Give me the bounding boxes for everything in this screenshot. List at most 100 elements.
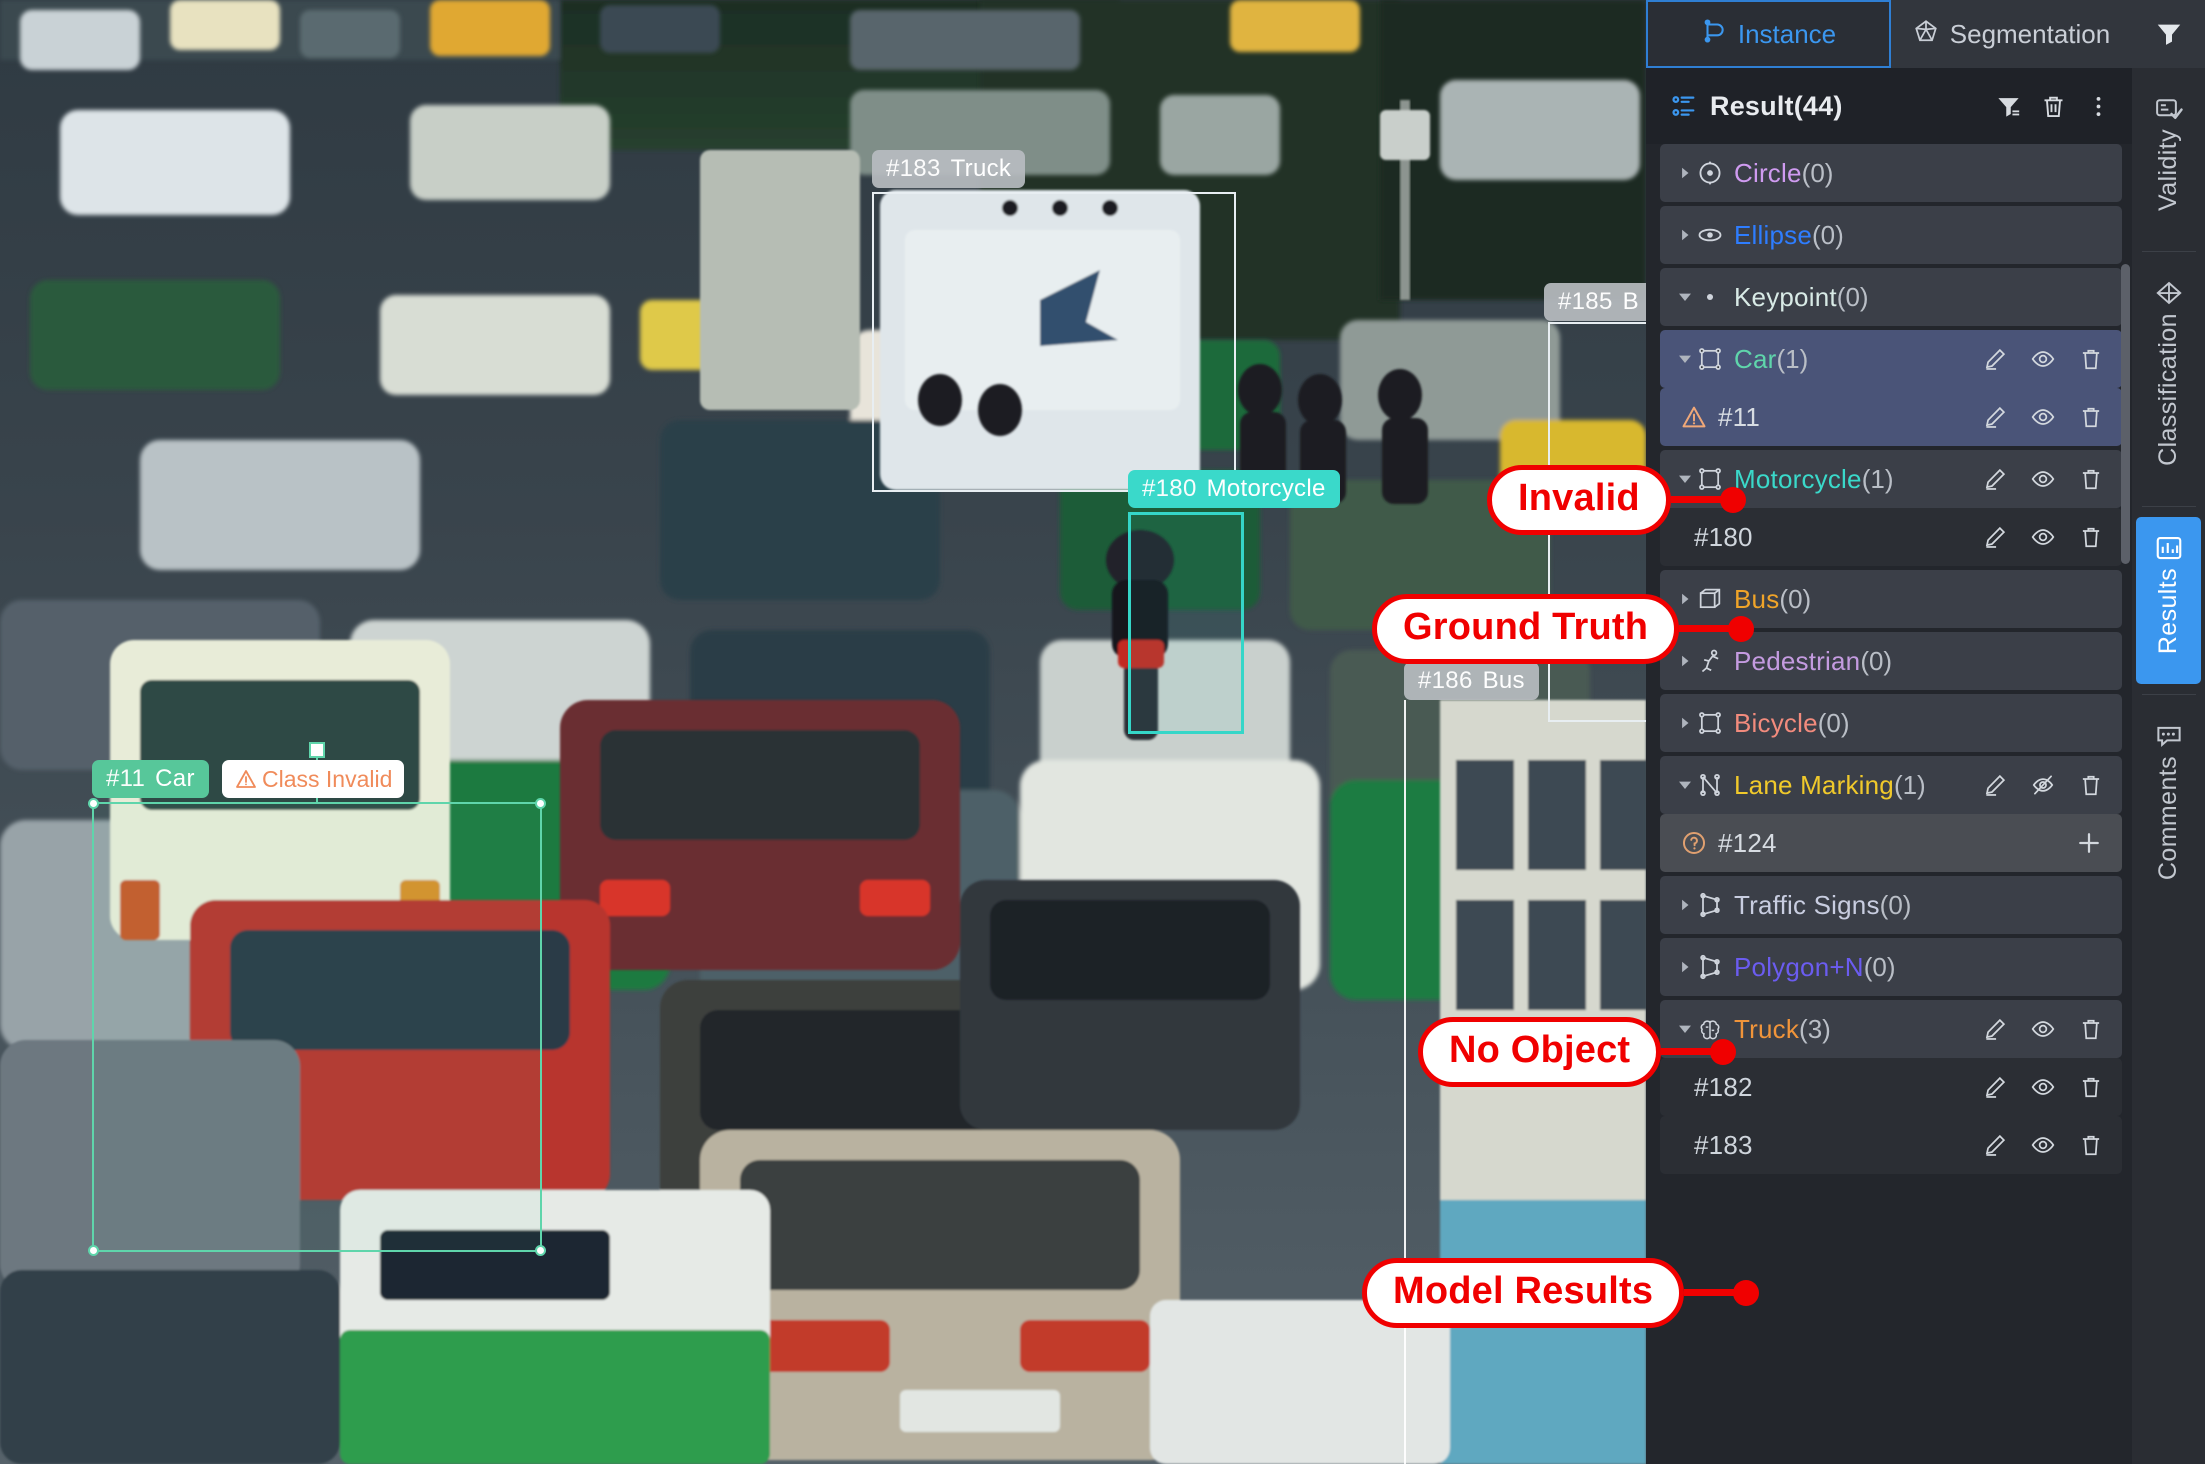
group-label: Keypoint bbox=[1734, 281, 1837, 312]
chevron-right-icon[interactable] bbox=[1674, 716, 1696, 730]
chevron-down-icon[interactable] bbox=[1674, 1021, 1696, 1037]
car-child-row-11[interactable]: #11 bbox=[1660, 388, 2122, 446]
group-row-polygon-n[interactable]: Polygon+N (0) bbox=[1660, 938, 2122, 996]
eye-icon[interactable] bbox=[2030, 346, 2056, 372]
group-row-circle[interactable]: Circle (0) bbox=[1660, 144, 2122, 202]
panel-scrollbar[interactable] bbox=[2121, 144, 2130, 1464]
rail-divider bbox=[2141, 505, 2196, 507]
lane-marking-child-row-124[interactable]: #124 bbox=[1660, 814, 2122, 872]
group-label: Ellipse bbox=[1734, 219, 1812, 250]
edit-icon[interactable] bbox=[1982, 404, 2008, 430]
class-invalid-tag[interactable]: Class Invalid bbox=[222, 760, 405, 798]
object-tag-185[interactable]: #185 B bbox=[1544, 283, 1646, 321]
rail-tab-validity[interactable]: Validity bbox=[2136, 78, 2201, 241]
truck-child-row-183[interactable]: #183 bbox=[1660, 1116, 2122, 1174]
trash-icon[interactable] bbox=[2078, 466, 2104, 492]
trash-icon[interactable] bbox=[2040, 93, 2067, 120]
eye-icon[interactable] bbox=[2030, 1132, 2056, 1158]
chevron-right-icon[interactable] bbox=[1674, 898, 1696, 912]
chevron-right-icon[interactable] bbox=[1674, 960, 1696, 974]
trash-icon[interactable] bbox=[2078, 772, 2104, 798]
chevron-right-icon[interactable] bbox=[1674, 592, 1696, 606]
object-tag-186[interactable]: #186 Bus bbox=[1404, 662, 1539, 700]
plus-icon[interactable] bbox=[2074, 828, 2104, 858]
circle-shape-icon bbox=[1696, 159, 1734, 187]
trash-icon[interactable] bbox=[2078, 524, 2104, 550]
filter-icon[interactable] bbox=[1995, 93, 2022, 120]
image-canvas[interactable]: #183 Truck #180 Motorcycle #185 B #186 B… bbox=[0, 0, 1646, 1464]
results-icon bbox=[2154, 533, 2184, 568]
group-count: (0) bbox=[1812, 219, 1844, 250]
eye-icon[interactable] bbox=[2030, 1074, 2056, 1100]
truck-group-row[interactable]: Truck (3) bbox=[1660, 1000, 2122, 1058]
edit-icon[interactable] bbox=[1982, 346, 2008, 372]
group-label: Lane Marking bbox=[1734, 769, 1894, 800]
group-row-bus[interactable]: Bus (0) bbox=[1660, 570, 2122, 628]
eye-off-icon[interactable] bbox=[2030, 772, 2056, 798]
result-header: Result(44) bbox=[1646, 68, 2132, 144]
group-row-traffic-signs[interactable]: Traffic Signs (0) bbox=[1660, 876, 2122, 934]
group-count: (3) bbox=[1799, 1013, 1831, 1044]
trash-icon[interactable] bbox=[2078, 1016, 2104, 1042]
object-tag-id: #183 bbox=[886, 155, 941, 182]
rail-filter-icon[interactable] bbox=[2132, 0, 2205, 68]
object-tag-180[interactable]: #180 Motorcycle bbox=[1128, 470, 1340, 508]
eye-icon[interactable] bbox=[2030, 524, 2056, 550]
rail-tab-label: Comments bbox=[2154, 756, 2182, 881]
chevron-right-icon[interactable] bbox=[1674, 228, 1696, 242]
object-tag-183[interactable]: #183 Truck bbox=[872, 150, 1026, 188]
group-count: (0) bbox=[1836, 281, 1869, 312]
child-id: #180 bbox=[1694, 521, 1753, 552]
group-label: Traffic Signs bbox=[1734, 889, 1880, 920]
chevron-down-icon[interactable] bbox=[1674, 289, 1696, 305]
rail-tab-comments[interactable]: Comments bbox=[2136, 705, 2201, 910]
object-tag-class: Motorcycle bbox=[1206, 475, 1326, 502]
motorcycle-child-row-180[interactable]: #180 bbox=[1660, 508, 2122, 566]
child-id: #182 bbox=[1694, 1071, 1753, 1102]
truck-child-row-182[interactable]: #182 bbox=[1660, 1058, 2122, 1116]
chevron-down-icon[interactable] bbox=[1674, 777, 1696, 793]
rail-tab-results[interactable]: Results bbox=[2136, 516, 2201, 684]
result-list[interactable]: Circle (0) Ellipse (0) Keypoint (0) Car … bbox=[1646, 144, 2132, 1464]
group-count: (0) bbox=[1863, 951, 1896, 982]
rail-divider bbox=[2141, 694, 2196, 695]
group-row-keypoint[interactable]: Keypoint (0) bbox=[1660, 268, 2122, 326]
edit-icon[interactable] bbox=[1982, 524, 2008, 550]
result-list-icon bbox=[1670, 92, 1698, 120]
group-row-lane-marking[interactable]: Lane Marking (1) bbox=[1660, 756, 2122, 814]
scrollbar-thumb[interactable] bbox=[2121, 264, 2130, 564]
group-count: (1) bbox=[1861, 463, 1894, 494]
tab-segmentation[interactable]: Segmentation bbox=[1891, 0, 2132, 68]
chevron-right-icon[interactable] bbox=[1674, 166, 1696, 180]
edit-icon[interactable] bbox=[1982, 1074, 2008, 1100]
chevron-down-icon[interactable] bbox=[1674, 471, 1696, 487]
group-row-car[interactable]: Car (1) bbox=[1660, 330, 2122, 388]
tab-instance[interactable]: Instance bbox=[1646, 0, 1891, 68]
eye-icon[interactable] bbox=[2030, 1016, 2056, 1042]
chevron-down-icon[interactable] bbox=[1674, 351, 1696, 367]
object-tag-11[interactable]: #11 Car bbox=[92, 760, 209, 798]
child-id: #11 bbox=[1718, 401, 1761, 432]
group-count: (0) bbox=[1879, 889, 1912, 920]
object-tag-id: #11 bbox=[106, 765, 146, 792]
group-row-ellipse[interactable]: Ellipse (0) bbox=[1660, 206, 2122, 264]
trash-icon[interactable] bbox=[2078, 1132, 2104, 1158]
edit-icon[interactable] bbox=[1982, 466, 2008, 492]
object-tag-class: B bbox=[1622, 288, 1639, 315]
chevron-right-icon[interactable] bbox=[1674, 654, 1696, 668]
object-tag-class: Car bbox=[155, 765, 195, 792]
group-row-motorcycle[interactable]: Motorcycle (1) bbox=[1660, 450, 2122, 508]
edit-icon[interactable] bbox=[1982, 1016, 2008, 1042]
group-row-bicycle[interactable]: Bicycle (0) bbox=[1660, 694, 2122, 752]
group-row-pedestrian[interactable]: Pedestrian (0) bbox=[1660, 632, 2122, 690]
more-vertical-icon[interactable] bbox=[2085, 93, 2112, 120]
edit-icon[interactable] bbox=[1982, 1132, 2008, 1158]
trash-icon[interactable] bbox=[2078, 404, 2104, 430]
edit-icon[interactable] bbox=[1982, 772, 2008, 798]
rail-tab-classification[interactable]: Classification bbox=[2136, 262, 2201, 496]
skeleton-icon bbox=[1696, 647, 1734, 675]
trash-icon[interactable] bbox=[2078, 346, 2104, 372]
trash-icon[interactable] bbox=[2078, 1074, 2104, 1100]
eye-icon[interactable] bbox=[2030, 404, 2056, 430]
eye-icon[interactable] bbox=[2030, 466, 2056, 492]
